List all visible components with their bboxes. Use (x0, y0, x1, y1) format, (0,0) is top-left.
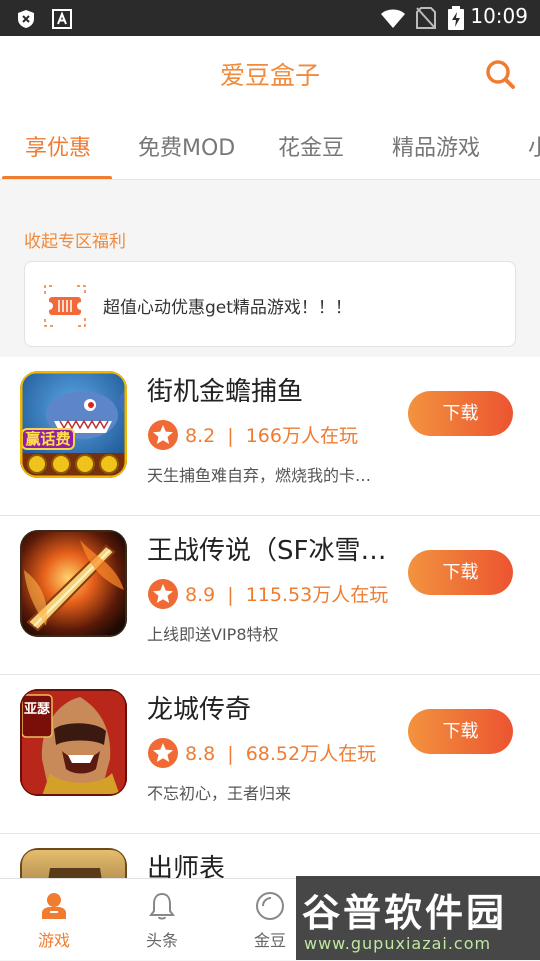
game-players: 68.52万人在玩 (245, 743, 377, 765)
tab-gold-beans[interactable]: 花金豆 (278, 130, 344, 162)
game-icon-dragon-city[interactable]: 亚瑟 (20, 689, 127, 796)
nav-label: 游戏 (37, 931, 70, 950)
nav-games[interactable]: 游戏 (0, 879, 108, 961)
no-sim-icon (416, 7, 436, 29)
ticket-icon (44, 285, 86, 327)
game-rating: 8.8 (185, 743, 216, 765)
game-name: 街机金蟾捕鱼 (147, 377, 304, 407)
collapse-welfare-link[interactable]: 收起专区福利 (24, 227, 126, 252)
promo-text: 超值心动优惠get精品游戏！！！ (103, 298, 352, 318)
star-icon (148, 420, 178, 450)
game-stats: 8.9 | 115.53万人在玩 (185, 580, 388, 607)
download-button[interactable]: 下载 (408, 550, 513, 595)
list-item[interactable]: 王战传说（SF冰雪… 8.9 | 115.53万人在玩 上线即送VIP8特权 下… (0, 516, 540, 675)
search-icon[interactable] (484, 58, 516, 90)
game-name: 出师表 (147, 854, 226, 878)
a-box-icon (52, 9, 72, 29)
watermark-url: www.gupuxiazai.com (304, 934, 492, 953)
game-description: 不忘初心，王者归来 (147, 784, 292, 803)
clock: 10:09 (470, 4, 528, 28)
coin-icon (256, 892, 284, 920)
content-area: 收起专区福利 超值心动优惠get精品游戏！！！ 赢话费 街机金蟾捕鱼 8.2 |… (0, 181, 540, 878)
list-item[interactable]: 出师表 (0, 834, 540, 878)
list-item[interactable]: 亚瑟 龙城传奇 8.8 | 68.52万人在玩 不忘初心，王者归来 下载 (0, 675, 540, 834)
stats-separator: | (227, 743, 234, 765)
game-rating: 8.9 (185, 584, 216, 606)
game-players: 166万人在玩 (245, 425, 358, 447)
game-players: 115.53万人在玩 (245, 584, 389, 606)
game-description: 天生捕鱼难自弃，燃烧我的卡… (147, 466, 372, 485)
status-bar: 10:09 (0, 0, 540, 36)
game-rating: 8.2 (185, 425, 216, 447)
download-button[interactable]: 下载 (408, 709, 513, 754)
active-tab-indicator (2, 176, 112, 179)
app-bar: 爱豆盒子 (0, 36, 540, 112)
shield-x-icon (18, 10, 34, 28)
tab-more[interactable]: 小 (528, 130, 540, 162)
wifi-icon (381, 9, 405, 28)
stats-separator: | (227, 584, 234, 606)
watermark: 谷普软件园 www.gupuxiazai.com (296, 876, 540, 960)
watermark-title: 谷普软件园 (302, 891, 508, 935)
game-name: 王战传说（SF冰雪… (147, 536, 387, 566)
game-name: 龙城传奇 (147, 695, 252, 725)
tab-discounts[interactable]: 享优惠 (25, 130, 91, 162)
game-icon-badge: 赢话费 (25, 430, 70, 448)
game-icon-king-war[interactable] (20, 530, 127, 637)
game-icon-chushibiao[interactable] (20, 848, 127, 878)
tab-free-mod[interactable]: 免费MOD (138, 130, 235, 162)
promo-banner[interactable]: 超值心动优惠get精品游戏！！！ (24, 261, 516, 347)
star-icon (148, 738, 178, 768)
tab-premium-games[interactable]: 精品游戏 (392, 130, 480, 162)
download-button[interactable]: 下载 (408, 391, 513, 436)
category-tabs: 享优惠 免费MOD 花金豆 精品游戏 小 (0, 112, 540, 180)
nav-headlines[interactable]: 头条 (108, 879, 216, 961)
gamepad-person-icon (42, 893, 66, 919)
page-title: 爱豆盒子 (219, 61, 320, 90)
game-stats: 8.2 | 166万人在玩 (185, 421, 358, 448)
game-list: 赢话费 街机金蟾捕鱼 8.2 | 166万人在玩 天生捕鱼难自弃，燃烧我的卡… … (0, 357, 540, 878)
nav-label: 头条 (145, 931, 178, 950)
game-stats: 8.8 | 68.52万人在玩 (185, 739, 376, 766)
game-description: 上线即送VIP8特权 (147, 625, 279, 644)
bell-icon (149, 892, 175, 920)
game-icon-fishing[interactable]: 赢话费 (20, 371, 127, 478)
battery-charging-icon (448, 6, 464, 30)
list-item[interactable]: 赢话费 街机金蟾捕鱼 8.2 | 166万人在玩 天生捕鱼难自弃，燃烧我的卡… … (0, 357, 540, 516)
star-icon (148, 579, 178, 609)
stats-separator: | (227, 425, 234, 447)
game-icon-badge: 亚瑟 (24, 702, 50, 717)
